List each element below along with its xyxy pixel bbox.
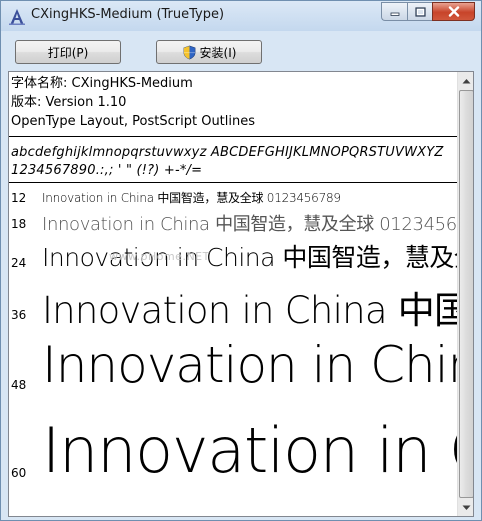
sample-row-36: 36 Innovation in China 中国 [9, 278, 457, 336]
scroll-up-button[interactable] [458, 72, 473, 89]
sample-row-48: 48 Innovation in China [9, 336, 457, 414]
size-label: 18 [11, 217, 27, 231]
toolbar: 打印(P) 安装(I) [8, 31, 474, 69]
close-button[interactable] [432, 2, 475, 21]
print-button[interactable]: 打印(P) [15, 40, 121, 64]
sample-row-12: 12 Innovation in China 中国智造，慧及全球 0123456… [9, 188, 457, 208]
watermark: www.pHome.NET [109, 250, 210, 263]
size-label: 60 [11, 466, 27, 480]
vertical-scrollbar[interactable] [457, 72, 473, 516]
charset-letters: abcdefghijklmnopqrstuvwxyz ABCDEFGHIJKLM… [11, 145, 444, 160]
sample-row-18: 18 Innovation in China 中国智造，慧及全球 0123456… [9, 209, 457, 237]
close-icon [448, 6, 459, 17]
minimize-button[interactable] [381, 2, 407, 21]
divider [9, 182, 457, 183]
print-button-label: 打印(P) [47, 45, 89, 60]
font-preview-area[interactable]: 字体名称: CXingHKS-Medium 版本: Version 1.10 O… [8, 71, 474, 517]
caption-buttons [381, 2, 475, 22]
size-label: 48 [11, 378, 27, 392]
maximize-button[interactable] [407, 2, 432, 21]
divider [9, 136, 457, 137]
font-icon [9, 9, 25, 25]
sample-text: Innovation in China 中国智造，慧及全球 0123456789 [42, 191, 341, 205]
minimize-icon [390, 12, 399, 16]
sample-text: Innovation in China [42, 336, 457, 394]
version-line: 版本: Version 1.10 [11, 95, 127, 110]
scroll-down-button[interactable] [458, 499, 473, 516]
font-name-line: 字体名称: CXingHKS-Medium [11, 76, 193, 91]
scrollbar-thumb[interactable] [459, 90, 473, 498]
title-bar[interactable]: CXingHKS-Medium (TrueType) [1, 1, 481, 31]
layout-line: OpenType Layout, PostScript Outlines [11, 114, 256, 129]
window-title: CXingHKS-Medium (TrueType) [31, 7, 225, 22]
sample-row-24: 24 Innovation in China 中国智造，慧及全球 [9, 236, 457, 276]
install-button[interactable]: 安装(I) [156, 40, 262, 64]
sample-text: Innovation in China 中国 [42, 289, 457, 332]
sample-row-60: 60 Innovation in China [9, 414, 457, 516]
charset-symbols: 1234567890.:,; ' " (!?) +-*/= [11, 163, 203, 178]
size-label: 36 [11, 308, 27, 322]
shield-icon [183, 45, 195, 59]
arrow-down-icon [462, 505, 471, 510]
font-info: 字体名称: CXingHKS-Medium 版本: Version 1.10 O… [11, 74, 255, 131]
arrow-up-icon [462, 78, 471, 83]
maximize-icon [414, 6, 426, 17]
sample-text: Innovation in China 中国智造，慧及全球 0123456789 [42, 214, 457, 235]
font-viewer-window: CXingHKS-Medium (TrueType) 打印(P) 安装(I) 字… [0, 0, 482, 521]
sample-text: Innovation in China [42, 414, 457, 487]
sample-text: Innovation in China 中国智造，慧及全球 [42, 243, 457, 272]
size-label: 24 [11, 256, 27, 270]
size-label: 12 [11, 191, 27, 205]
install-button-label: 安装(I) [199, 45, 237, 60]
